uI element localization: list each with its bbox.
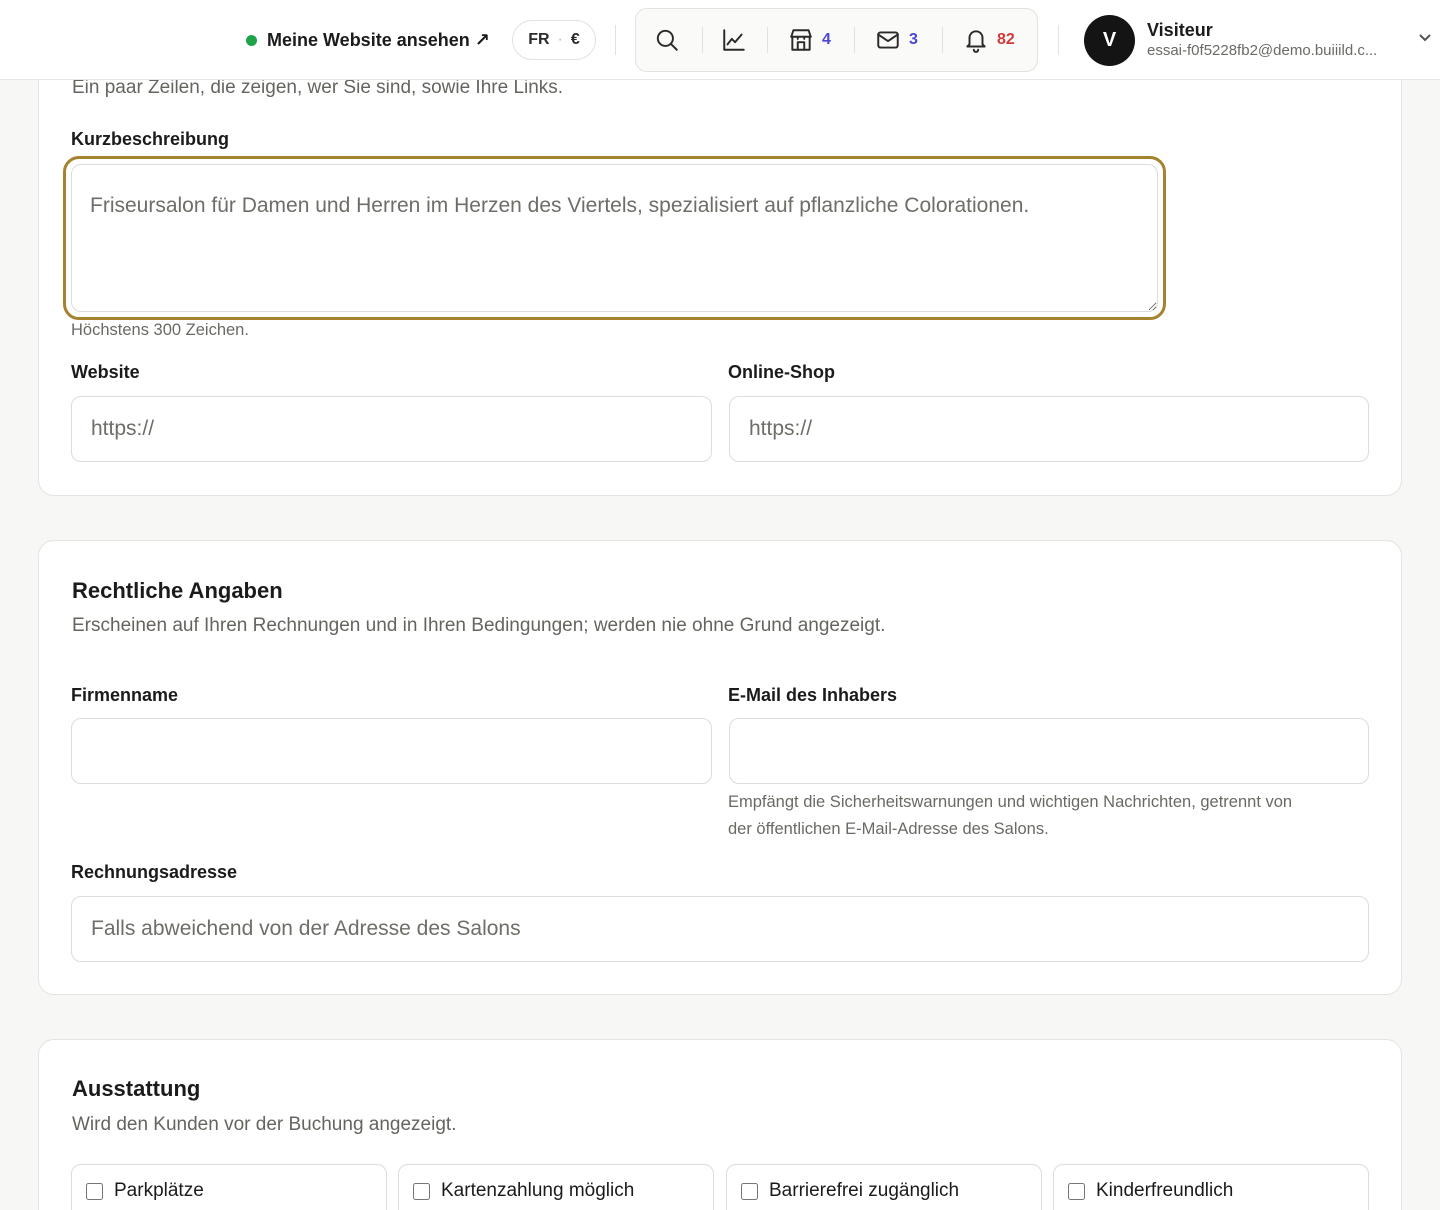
locale-currency-switcher[interactable]: FR · € (512, 20, 596, 60)
chart-icon (723, 29, 745, 51)
toolbar-divider (854, 27, 855, 53)
user-menu[interactable]: V Visiteur essai-f0f5228fb2@demo.buiiild… (1084, 14, 1409, 66)
storefront-icon (790, 29, 812, 51)
amenity-card-payment-label: Kartenzahlung möglich (441, 1180, 635, 1201)
billing-address-label: Rechnungsadresse (71, 862, 238, 882)
online-status-dot (246, 34, 257, 46)
owner-email-helper-line-2: der öffentlichen E-Mail-Adresse des Salo… (728, 820, 1049, 838)
user-name: Visiteur (1147, 20, 1213, 40)
user-menu-toggle[interactable] (1418, 30, 1432, 44)
short-description-focus-ring (63, 156, 1166, 320)
mail-icon (877, 31, 899, 49)
amenity-child-friendly-label: Kinderfreundlich (1096, 1180, 1234, 1201)
amenity-child-friendly[interactable]: Kinderfreundlich (1053, 1164, 1369, 1210)
user-email: essai-f0f5228fb2@demo.buiiild.c... (1147, 42, 1378, 59)
locale-separator: · (557, 31, 563, 48)
storefront-count: 4 (822, 31, 831, 48)
online-shop-label: Online-Shop (728, 362, 835, 382)
statistics-button[interactable] (721, 9, 747, 71)
website-label: Website (71, 362, 140, 382)
billing-address-input[interactable] (71, 896, 1369, 962)
amenity-accessible-checkbox[interactable] (741, 1183, 758, 1200)
bell-icon (966, 30, 986, 53)
amenity-accessible-label: Barrierefrei zugänglich (769, 1180, 960, 1201)
toolbar-divider (942, 27, 943, 53)
notifications-count: 82 (997, 31, 1015, 48)
toolbar-divider (702, 27, 703, 53)
avatar: V (1084, 14, 1135, 66)
amenities-card-title: Ausstattung (72, 1076, 201, 1101)
toolbar-divider (767, 27, 768, 53)
owner-email-label: E-Mail des Inhabers (728, 685, 898, 705)
user-info: Visiteur essai-f0f5228fb2@demo.buiiild.c… (1147, 19, 1409, 61)
view-website-label: Meine Website ansehen ↗ (267, 29, 490, 50)
currency-symbol: € (570, 31, 580, 48)
owner-email-helper-line-1: Empfängt die Sicherheitswarnungen und wi… (728, 793, 1293, 811)
messages-count: 3 (909, 31, 918, 48)
legal-card-subtitle: Erscheinen auf Ihren Rechnungen und in I… (72, 615, 886, 636)
short-description-label: Kurzbeschreibung (71, 129, 230, 149)
company-name-input[interactable] (71, 718, 712, 784)
topbar-divider (615, 25, 616, 55)
toolbar-group: 4 3 82 (635, 8, 1038, 72)
notifications-button[interactable]: 82 (963, 9, 1015, 71)
owner-email-helper: Empfängt die Sicherheitswarnungen und wi… (728, 789, 1378, 843)
company-name-label: Firmenname (71, 685, 179, 705)
legal-card-title: Rechtliche Angaben (72, 578, 283, 603)
short-description-helper: Höchstens 300 Zeichen. (71, 321, 249, 339)
view-website-link[interactable]: Meine Website ansehen ↗ (246, 27, 490, 53)
online-shop-input[interactable] (729, 396, 1369, 462)
owner-email-input[interactable] (729, 718, 1369, 784)
messages-button[interactable]: 3 (875, 9, 918, 71)
website-input[interactable] (71, 396, 712, 462)
amenity-accessible[interactable]: Barrierefrei zugänglich (726, 1164, 1042, 1210)
amenity-parking[interactable]: Parkplätze (71, 1164, 387, 1210)
amenity-parking-label: Parkplätze (114, 1180, 204, 1201)
profile-card-subtitle: Ein paar Zeilen, die zeigen, wer Sie sin… (72, 77, 564, 98)
amenities-card-subtitle: Wird den Kunden vor der Buchung angezeig… (72, 1114, 457, 1135)
amenity-card-payment-checkbox[interactable] (413, 1183, 430, 1200)
storefront-button[interactable]: 4 (788, 9, 831, 71)
topbar-divider (1058, 25, 1059, 55)
search-button[interactable] (654, 9, 680, 71)
language-code: FR (528, 31, 550, 48)
amenity-child-friendly-checkbox[interactable] (1068, 1183, 1085, 1200)
short-description-textarea[interactable] (71, 164, 1158, 312)
top-bar: Meine Website ansehen ↗ FR · € 4 3 82 V … (0, 0, 1440, 80)
search-icon (656, 29, 678, 51)
amenity-card-payment[interactable]: Kartenzahlung möglich (398, 1164, 714, 1210)
amenity-parking-checkbox[interactable] (86, 1183, 103, 1200)
chevron-down-icon (1419, 34, 1431, 42)
